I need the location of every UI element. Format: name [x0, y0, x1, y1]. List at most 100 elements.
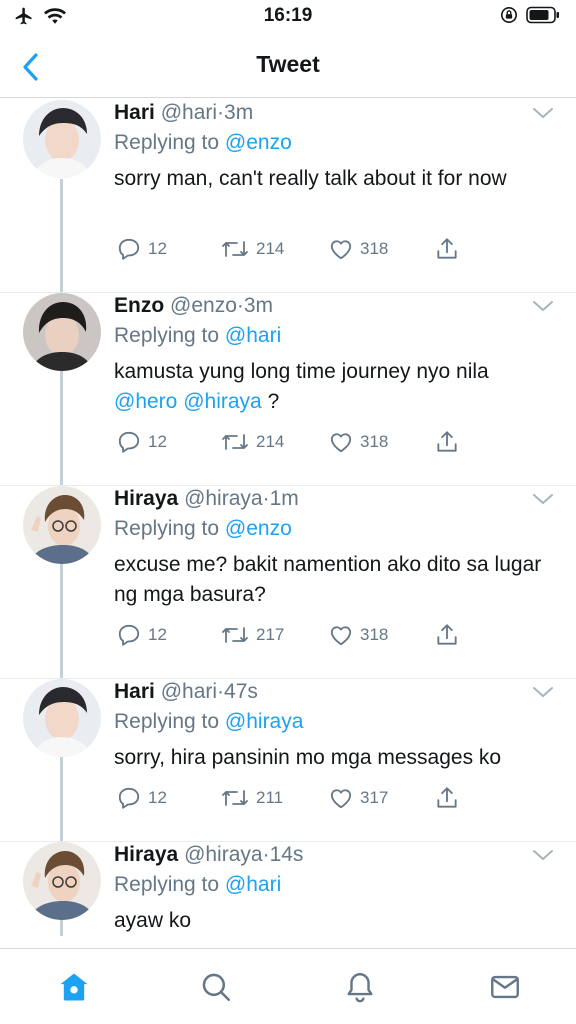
- retweet-count: 214: [256, 239, 285, 258]
- replying-to-mention[interactable]: @hari: [225, 873, 281, 896]
- mention-link[interactable]: @hiraya: [183, 390, 262, 413]
- search-icon: [202, 973, 231, 1002]
- avatar-hiraya[interactable]: [23, 842, 101, 920]
- heart-icon: [330, 240, 352, 260]
- like-count: 318: [360, 432, 389, 451]
- tweet-author-name[interactable]: Hiraya: [114, 843, 178, 866]
- tweet[interactable]: Hiraya @hiraya·14s Replying to @hari aya…: [0, 841, 576, 948]
- chevron-down-icon[interactable]: [532, 848, 554, 862]
- tweet[interactable]: Hari @hari·3m Replying to @enzo sorry ma…: [0, 99, 576, 292]
- heart-icon: [330, 789, 352, 809]
- tab-messages[interactable]: [485, 967, 525, 1007]
- reply-button[interactable]: 12: [116, 235, 167, 263]
- reply-icon: [118, 431, 140, 453]
- share-button[interactable]: [434, 621, 460, 649]
- like-button[interactable]: 318: [328, 428, 388, 456]
- tweet-timestamp: 3m: [243, 294, 274, 317]
- reply-count: 12: [148, 625, 167, 644]
- separator-dot: ·: [262, 487, 270, 510]
- retweet-button[interactable]: 217: [220, 621, 284, 649]
- tweet-text: ayaw ko: [114, 909, 192, 932]
- separator-dot: ·: [217, 680, 225, 703]
- tab-notifications[interactable]: [340, 967, 380, 1007]
- replying-to-label: Replying to: [114, 710, 220, 733]
- tweet-author-handle[interactable]: @enzo: [170, 294, 237, 317]
- tab-search[interactable]: [196, 967, 236, 1007]
- retweet-button[interactable]: 211: [220, 784, 283, 812]
- tweet[interactable]: Enzo @enzo·3m Replying to @hari kamusta …: [0, 292, 576, 485]
- replying-to-label: Replying to: [114, 517, 220, 540]
- reply-count: 12: [148, 432, 167, 451]
- like-button[interactable]: 317: [328, 784, 388, 812]
- tweet-author-handle[interactable]: @hiraya: [184, 843, 263, 866]
- chevron-down-icon[interactable]: [532, 492, 554, 506]
- tweet-author-name[interactable]: Enzo: [114, 294, 164, 317]
- avatar-enzo[interactable]: [23, 293, 101, 371]
- replying-to-label: Replying to: [114, 131, 220, 154]
- replying-to-mention[interactable]: @enzo: [225, 131, 292, 154]
- retweet-button[interactable]: 214: [220, 235, 284, 263]
- replying-to-label: Replying to: [114, 324, 220, 347]
- tweet-author-handle[interactable]: @hiraya: [184, 487, 263, 510]
- mention-link[interactable]: @hero: [114, 390, 177, 413]
- reply-icon: [118, 624, 140, 646]
- tweet[interactable]: Hari @hari·47s Replying to @hiraya sorry…: [0, 678, 576, 841]
- tweet-text: sorry man, can't really talk about it fo…: [114, 167, 507, 190]
- chevron-down-icon[interactable]: [532, 106, 554, 120]
- reply-button[interactable]: 12: [116, 784, 167, 812]
- replying-to-mention[interactable]: @hari: [225, 324, 281, 347]
- tweet-author-name[interactable]: Hiraya: [114, 487, 178, 510]
- replying-to-mention[interactable]: @hiraya: [225, 710, 304, 733]
- avatar-hari[interactable]: [23, 100, 101, 178]
- home-icon: [60, 973, 88, 1001]
- battery-icon: [526, 6, 560, 29]
- reply-button[interactable]: 12: [116, 621, 167, 649]
- retweet-icon: [222, 434, 248, 450]
- tweet-thread[interactable]: Hari @hari·3m Replying to @enzo sorry ma…: [0, 99, 576, 948]
- tweet-author-handle[interactable]: @hari: [161, 680, 217, 703]
- share-icon: [437, 624, 457, 645]
- separator-dot: ·: [236, 294, 244, 317]
- share-button[interactable]: [434, 784, 460, 812]
- like-button[interactable]: 318: [328, 235, 388, 263]
- tweet-author-handle[interactable]: @hari: [161, 101, 217, 124]
- retweet-count: 211: [256, 788, 284, 807]
- tweet-text: sorry, hira pansinin mo mga messages ko: [114, 746, 502, 769]
- tweet-text: kamusta yung long time journey nyo nila …: [114, 357, 554, 417]
- reply-count: 12: [148, 239, 167, 258]
- tweet-text: excuse me? bakit namention ako dito sa l…: [114, 553, 542, 606]
- avatar-hari[interactable]: [23, 679, 101, 757]
- separator-dot: ·: [262, 843, 270, 866]
- status-time: 16:19: [263, 5, 313, 26]
- tweet-actions: 12 217 318: [114, 621, 474, 649]
- tweet-author-name[interactable]: Hari: [114, 680, 155, 703]
- chevron-down-icon[interactable]: [532, 299, 554, 313]
- replying-to-mention[interactable]: @enzo: [225, 517, 292, 540]
- retweet-button[interactable]: 214: [220, 428, 284, 456]
- reply-button[interactable]: 12: [116, 428, 167, 456]
- share-icon: [437, 238, 457, 259]
- retweet-count: 217: [256, 625, 285, 644]
- nav-bar: Tweet: [0, 36, 576, 98]
- tweet[interactable]: Hiraya @hiraya·1m Replying to @enzo excu…: [0, 485, 576, 678]
- like-count: 318: [360, 625, 389, 644]
- tweet-timestamp: 1m: [269, 487, 299, 510]
- tweet-text-line: kamusta yung long time journey nyo nila: [114, 360, 489, 383]
- share-button[interactable]: [434, 235, 460, 263]
- orientation-lock-icon: [500, 6, 518, 29]
- share-icon: [437, 787, 457, 808]
- separator-dot: ·: [217, 101, 225, 124]
- chevron-down-icon[interactable]: [532, 685, 554, 699]
- reply-icon: [118, 787, 140, 809]
- retweet-count: 214: [256, 432, 285, 451]
- tweet-actions: 12 211 317: [114, 784, 474, 812]
- like-count: 318: [360, 239, 389, 258]
- page-title: Tweet: [256, 51, 320, 77]
- share-button[interactable]: [434, 428, 460, 456]
- like-button[interactable]: 318: [328, 621, 388, 649]
- tweet-timestamp: 47s: [224, 680, 258, 703]
- retweet-icon: [222, 627, 248, 643]
- avatar-hiraya[interactable]: [23, 486, 101, 564]
- tweet-author-name[interactable]: Hari: [114, 101, 155, 124]
- tab-home[interactable]: [54, 967, 94, 1007]
